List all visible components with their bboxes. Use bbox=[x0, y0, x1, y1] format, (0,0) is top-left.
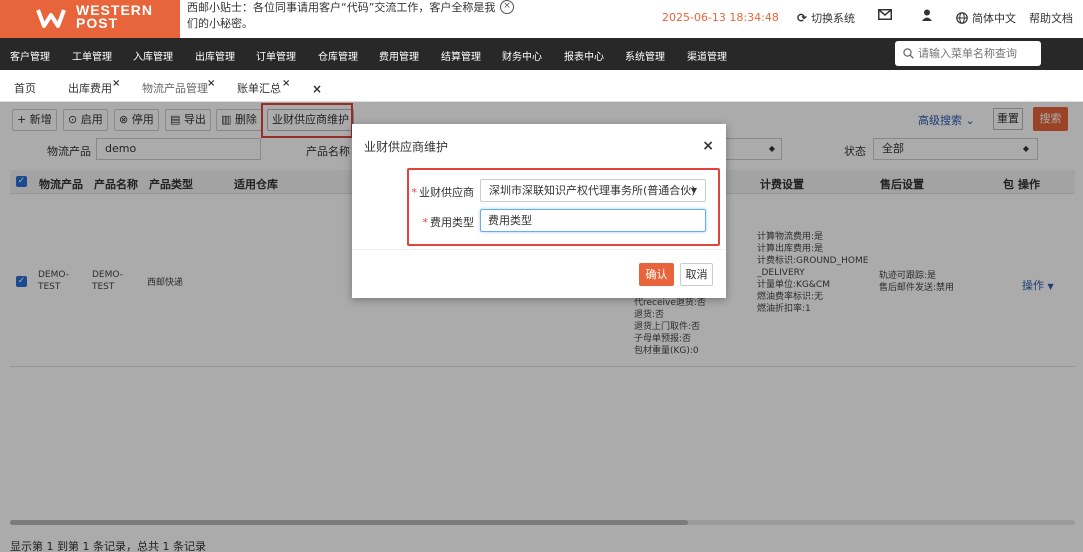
tab-home[interactable]: 首页 bbox=[14, 75, 36, 102]
tip-close-icon[interactable]: × bbox=[500, 0, 514, 14]
menu-search-input[interactable] bbox=[918, 47, 1036, 60]
nav-item-inbound[interactable]: 入库管理 bbox=[133, 48, 173, 63]
switch-system-button[interactable]: ⟳ 切换系统 bbox=[797, 10, 855, 26]
mail-button[interactable] bbox=[878, 9, 892, 20]
brand-name: WESTERN POST bbox=[76, 3, 153, 31]
confirm-button[interactable]: 确认 bbox=[639, 263, 674, 286]
brand-mark-icon bbox=[36, 9, 66, 28]
close-all-tabs-icon[interactable]: × bbox=[312, 82, 322, 96]
help-link[interactable]: 帮助文档 bbox=[1029, 10, 1073, 26]
menu-search[interactable] bbox=[895, 41, 1041, 66]
supplier-maintain-dialog: 业财供应商维护 × * 业财供应商 深圳市深联知识产权代理事务所(普通合伙) ▼ *… bbox=[352, 124, 726, 298]
cancel-button[interactable]: 取消 bbox=[680, 263, 713, 286]
search-icon bbox=[903, 48, 914, 59]
user-icon bbox=[922, 9, 932, 21]
tip-text: 西邮小贴士：各位同事请用客户“代码”交流工作，客户全称是我们的小秘密。 bbox=[187, 1, 496, 30]
dialog-title: 业财供应商维护 bbox=[364, 140, 449, 154]
form-highlight bbox=[407, 168, 720, 246]
globe-icon bbox=[956, 12, 968, 24]
switch-system-label: 切换系统 bbox=[811, 12, 856, 25]
tab-outbound-fee-close-icon[interactable]: × bbox=[112, 78, 120, 89]
nav-item-finance[interactable]: 财务中心 bbox=[502, 48, 542, 63]
tab-logistics-product[interactable]: 物流产品管理 bbox=[142, 75, 208, 102]
nav-item-outbound[interactable]: 出库管理 bbox=[195, 48, 235, 63]
nav-item-system[interactable]: 系统管理 bbox=[625, 48, 665, 63]
language-label: 简体中文 bbox=[972, 12, 1016, 25]
mail-icon bbox=[878, 9, 892, 20]
brand-line2: POST bbox=[76, 15, 119, 31]
tab-outbound-fee[interactable]: 出库费用 bbox=[68, 75, 112, 102]
nav-item-ticket[interactable]: 工单管理 bbox=[72, 48, 112, 63]
dialog-close-icon[interactable]: × bbox=[702, 138, 714, 154]
nav-item-channel[interactable]: 渠道管理 bbox=[687, 48, 727, 63]
nav-item-settlement[interactable]: 结算管理 bbox=[441, 48, 481, 63]
page-tabs: 首页 出库费用 × 物流产品管理 × 账单汇总 × × bbox=[0, 75, 1083, 102]
main-nav: 客户管理 工单管理 入库管理 出库管理 订单管理 仓库管理 费用管理 结算管理 … bbox=[0, 38, 1083, 70]
dialog-divider bbox=[352, 249, 726, 250]
brand-logo[interactable]: WESTERN POST bbox=[0, 0, 180, 38]
top-header: WESTERN POST 西邮小贴士：各位同事请用客户“代码”交流工作，客户全称… bbox=[0, 0, 1083, 38]
nav-item-customer[interactable]: 客户管理 bbox=[10, 48, 50, 63]
current-datetime: 2025-06-13 18:34:48 bbox=[662, 11, 779, 24]
tab-bill-summary[interactable]: 账单汇总 bbox=[237, 75, 281, 102]
language-button[interactable]: 简体中文 bbox=[956, 10, 1016, 26]
tab-logistics-product-close-icon[interactable]: × bbox=[207, 78, 215, 89]
nav-item-fee[interactable]: 费用管理 bbox=[379, 48, 419, 63]
nav-item-report[interactable]: 报表中心 bbox=[564, 48, 604, 63]
refresh-icon: ⟳ bbox=[797, 11, 808, 25]
nav-item-warehouse[interactable]: 仓库管理 bbox=[318, 48, 358, 63]
nav-item-order[interactable]: 订单管理 bbox=[256, 48, 296, 63]
user-button[interactable] bbox=[922, 9, 932, 21]
tab-bill-summary-close-icon[interactable]: × bbox=[282, 78, 290, 89]
